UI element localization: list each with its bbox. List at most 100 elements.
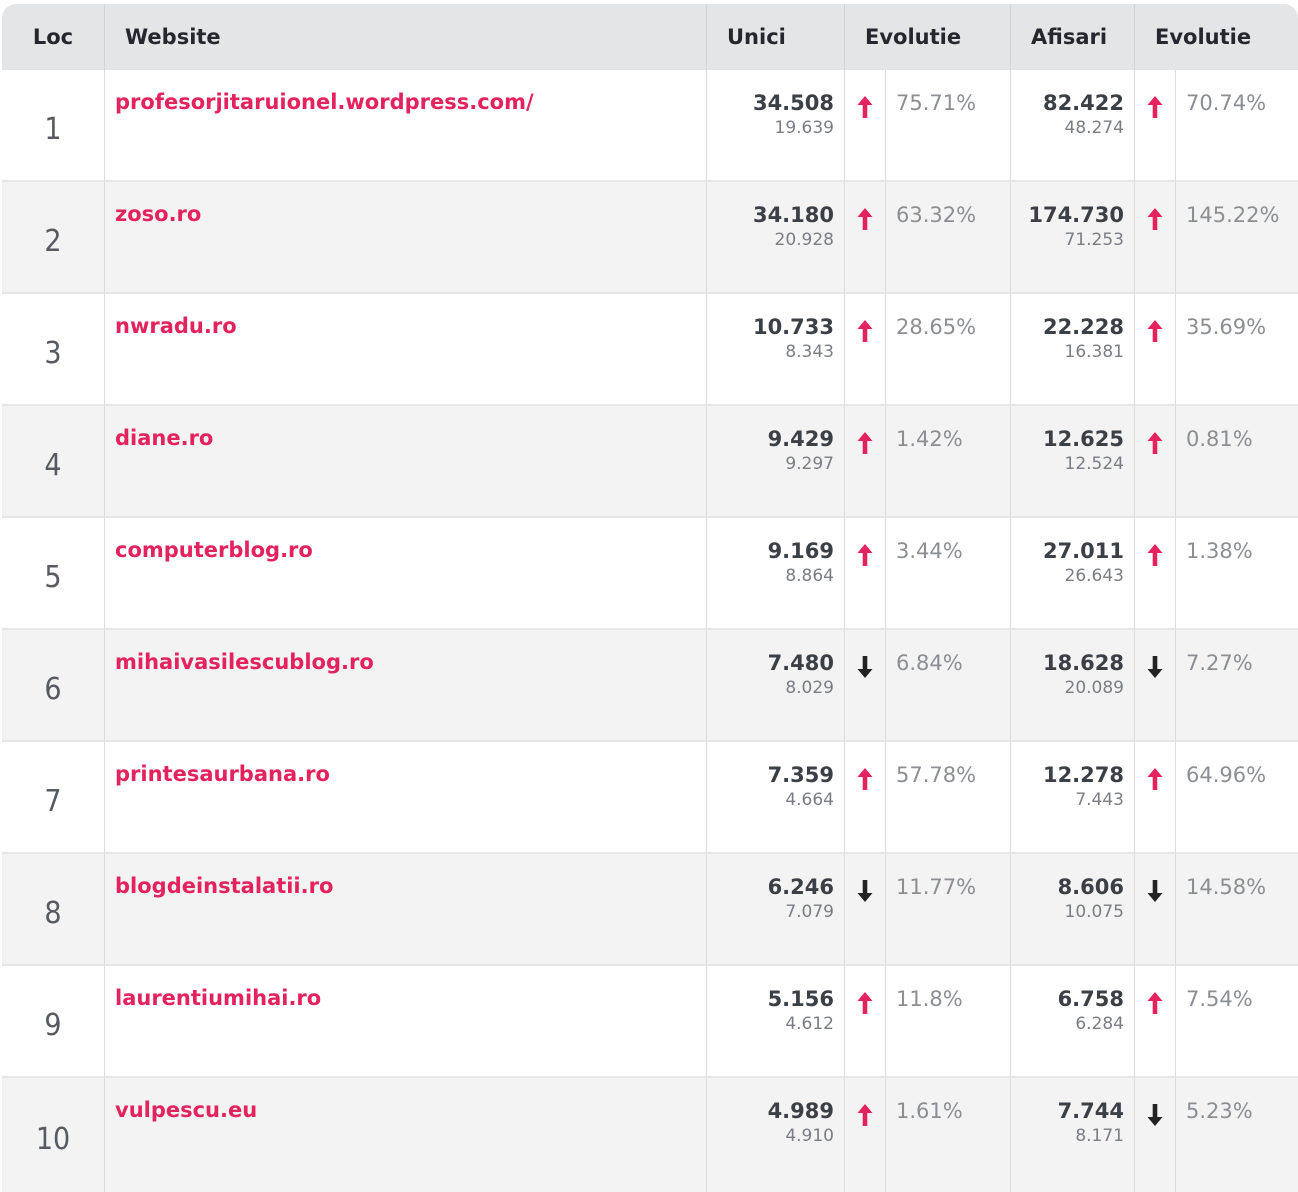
header-evolutie-afisari[interactable]: Evolutie [1135,4,1298,70]
afisari-previous: 8.171 [1075,1126,1124,1146]
header-website[interactable]: Website [105,4,707,70]
rank-value: 9 [44,1007,62,1043]
unici-percent: 3.44% [896,539,963,563]
rank-number: 1 [2,70,105,182]
arrow-up-icon [1135,208,1175,230]
afisari-percent-cell: 70.74% [1176,70,1298,182]
afisari-current: 174.730 [1028,203,1124,227]
table-row: 9 laurentiumihai.ro 5.156 4.612 11.8% 6.… [2,966,1298,1078]
afisari-percent-cell: 64.96% [1176,742,1298,854]
afisari-trend [1135,854,1176,966]
unici-current: 34.180 [752,203,834,227]
unici-current: 5.156 [767,987,834,1011]
afisari-cell: 22.228 16.381 [1011,294,1135,406]
table-header-row: Loc Website Unici Evolutie Afisari Evolu… [2,4,1298,70]
website-link[interactable]: profesorjitaruionel.wordpress.com/ [115,90,534,114]
header-loc[interactable]: Loc [2,4,105,70]
unici-percent: 28.65% [896,315,977,339]
rank-value: 8 [44,895,62,931]
unici-previous: 9.297 [785,454,834,474]
website-link[interactable]: vulpescu.eu [115,1098,257,1122]
unici-percent-cell: 63.32% [886,182,1011,294]
website-link[interactable]: computerblog.ro [115,538,313,562]
rank-number: 4 [2,406,105,518]
unici-percent: 1.42% [896,427,963,451]
unici-trend [845,182,886,294]
website-link[interactable]: blogdeinstalatii.ro [115,874,333,898]
rank-number: 5 [2,518,105,630]
unici-percent: 63.32% [896,203,977,227]
arrow-up-icon [845,768,885,790]
unici-current: 9.169 [767,539,834,563]
unici-cell: 5.156 4.612 [707,966,845,1078]
unici-percent-cell: 11.8% [886,966,1011,1078]
website-link[interactable]: diane.ro [115,426,213,450]
website-cell: profesorjitaruionel.wordpress.com/ [105,70,707,182]
unici-previous: 8.029 [785,678,834,698]
afisari-percent: 0.81% [1186,427,1253,451]
afisari-percent: 14.58% [1186,875,1267,899]
unici-current: 7.480 [767,651,834,675]
unici-current: 9.429 [767,427,834,451]
unici-current: 10.733 [752,315,834,339]
website-cell: nwradu.ro [105,294,707,406]
unici-percent-cell: 3.44% [886,518,1011,630]
arrow-down-icon [1135,1104,1175,1126]
afisari-cell: 82.422 48.274 [1011,70,1135,182]
table-row: 5 computerblog.ro 9.169 8.864 3.44% 27.0… [2,518,1298,630]
table-row: 4 diane.ro 9.429 9.297 1.42% 12.625 12.5… [2,406,1298,518]
afisari-percent-cell: 145.22% [1176,182,1298,294]
website-link[interactable]: zoso.ro [115,202,201,226]
rank-value: 5 [44,559,62,595]
website-link[interactable]: printesaurbana.ro [115,762,330,786]
unici-cell: 34.508 19.639 [707,70,845,182]
table-row: 3 nwradu.ro 10.733 8.343 28.65% 22.228 1… [2,294,1298,406]
afisari-cell: 12.625 12.524 [1011,406,1135,518]
afisari-trend [1135,742,1176,854]
afisari-percent: 64.96% [1186,763,1267,787]
unici-cell: 4.989 4.910 [707,1078,845,1192]
table-row: 6 mihaivasilescublog.ro 7.480 8.029 6.84… [2,630,1298,742]
afisari-percent-cell: 7.54% [1176,966,1298,1078]
afisari-cell: 18.628 20.089 [1011,630,1135,742]
unici-percent: 6.84% [896,651,963,675]
arrow-up-icon [845,208,885,230]
afisari-current: 8.606 [1057,875,1124,899]
afisari-percent-cell: 1.38% [1176,518,1298,630]
afisari-cell: 7.744 8.171 [1011,1078,1135,1192]
header-evolutie-unici[interactable]: Evolutie [845,4,1011,70]
arrow-up-icon [845,96,885,118]
unici-previous: 8.864 [785,566,834,586]
rank-number: 9 [2,966,105,1078]
rank-value: 7 [44,783,62,819]
rank-number: 10 [2,1078,105,1192]
unici-previous: 19.639 [774,118,834,138]
unici-cell: 34.180 20.928 [707,182,845,294]
afisari-previous: 10.075 [1064,902,1124,922]
afisari-percent-cell: 0.81% [1176,406,1298,518]
unici-trend [845,1078,886,1192]
table-row: 1 profesorjitaruionel.wordpress.com/ 34.… [2,70,1298,182]
unici-trend [845,854,886,966]
header-afisari[interactable]: Afisari [1011,4,1135,70]
afisari-current: 12.625 [1042,427,1124,451]
website-link[interactable]: mihaivasilescublog.ro [115,650,374,674]
unici-previous: 7.079 [785,902,834,922]
rank-value: 6 [44,671,62,707]
afisari-current: 27.011 [1042,539,1124,563]
unici-percent: 11.8% [896,987,963,1011]
website-link[interactable]: nwradu.ro [115,314,237,338]
unici-percent-cell: 1.61% [886,1078,1011,1192]
unici-cell: 10.733 8.343 [707,294,845,406]
unici-current: 34.508 [752,91,834,115]
arrow-up-icon [1135,544,1175,566]
afisari-percent-cell: 5.23% [1176,1078,1298,1192]
afisari-percent-cell: 35.69% [1176,294,1298,406]
arrow-up-icon [845,432,885,454]
unici-cell: 9.429 9.297 [707,406,845,518]
unici-percent: 11.77% [896,875,977,899]
arrow-up-icon [845,544,885,566]
unici-trend [845,406,886,518]
website-link[interactable]: laurentiumihai.ro [115,986,321,1010]
header-unici[interactable]: Unici [707,4,845,70]
